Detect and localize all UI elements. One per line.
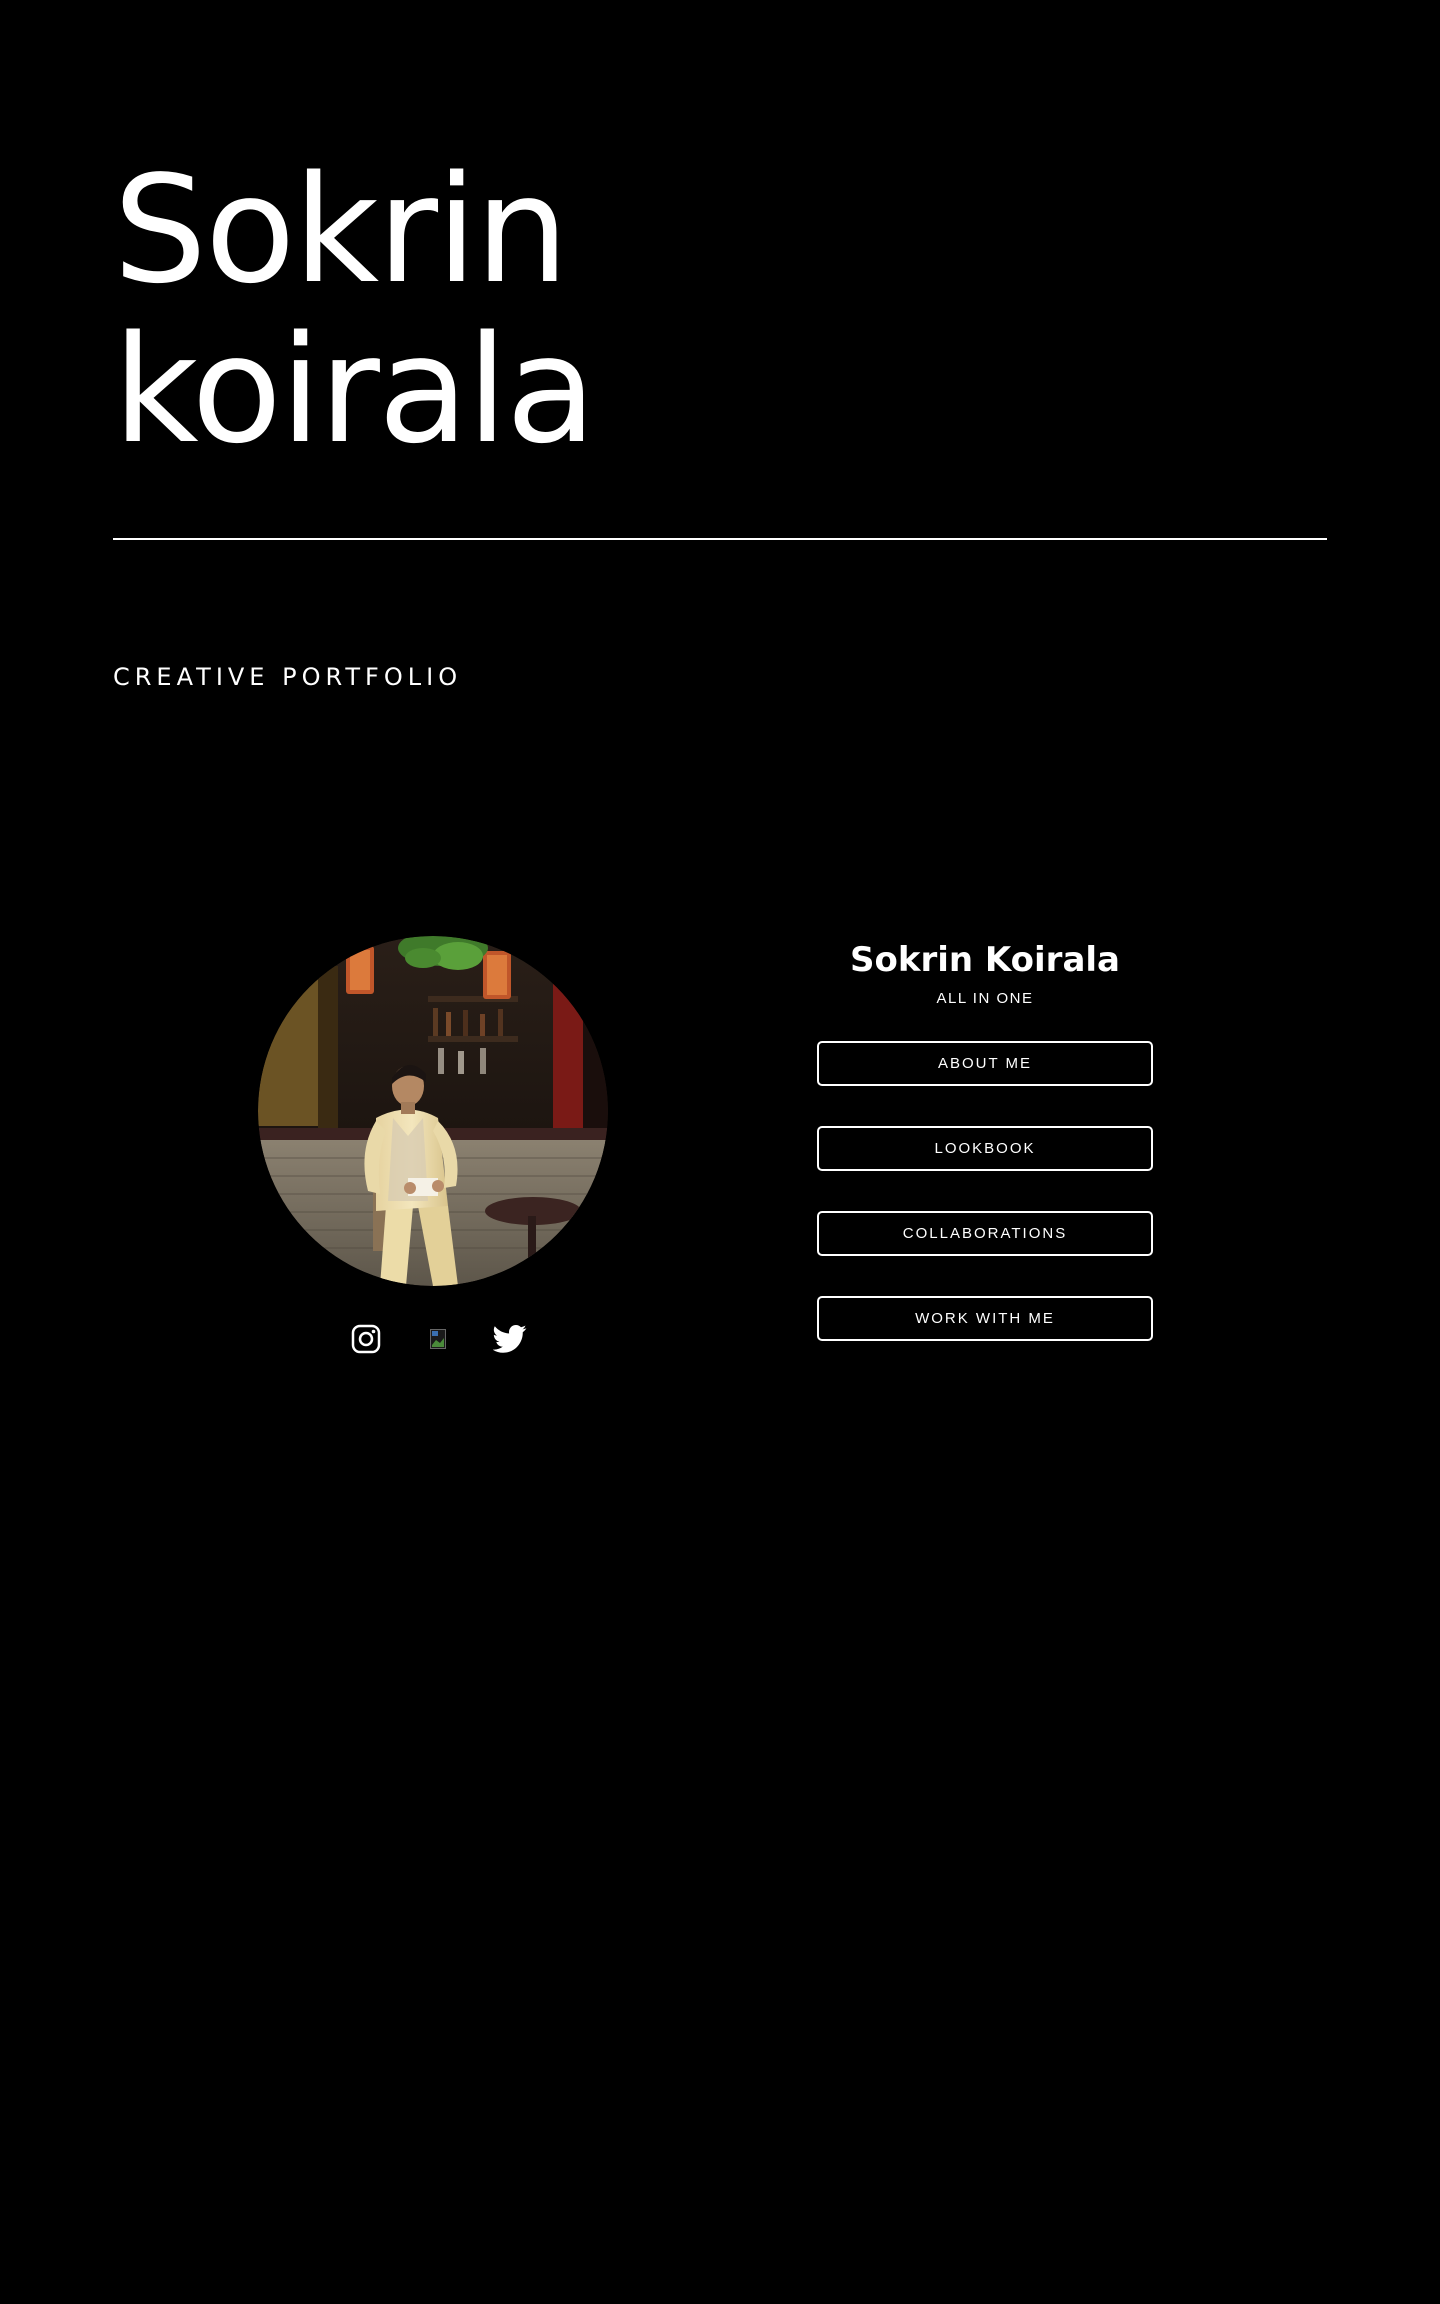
instagram-icon [351, 1324, 381, 1354]
instagram-link[interactable] [348, 1321, 384, 1357]
twitter-link[interactable] [492, 1321, 528, 1357]
hero-title: Sokrin koirala [113, 150, 1327, 470]
collaborations-button[interactable]: COLLABORATIONS [817, 1211, 1153, 1256]
about-me-button[interactable]: ABOUT ME [817, 1041, 1153, 1086]
external-link[interactable] [420, 1321, 456, 1357]
link-buttons: ABOUT ME LOOKBOOK COLLABORATIONS WORK WI… [815, 1041, 1155, 1341]
hero-section: Sokrin koirala [113, 150, 1327, 470]
profile-name: Sokrin Koirala [850, 940, 1120, 980]
twitter-icon [493, 1324, 527, 1353]
hero-divider [113, 538, 1327, 540]
hero-title-line-first: Sokrin [113, 144, 569, 316]
profile-tagline: ALL IN ONE [936, 990, 1034, 1007]
lookbook-button[interactable]: LOOKBOOK [817, 1126, 1153, 1171]
broken-image-icon [430, 1329, 446, 1349]
profile-card: Sokrin Koirala ALL IN ONE ABOUT ME LOOKB… [815, 936, 1155, 1341]
avatar [258, 936, 608, 1286]
work-with-me-button[interactable]: WORK WITH ME [817, 1296, 1153, 1341]
social-links [348, 1319, 528, 1359]
profile-section [258, 936, 610, 1354]
hero-title-line-last: koirala [113, 304, 596, 476]
hero-subtitle: CREATIVE PORTFOLIO [113, 663, 463, 691]
